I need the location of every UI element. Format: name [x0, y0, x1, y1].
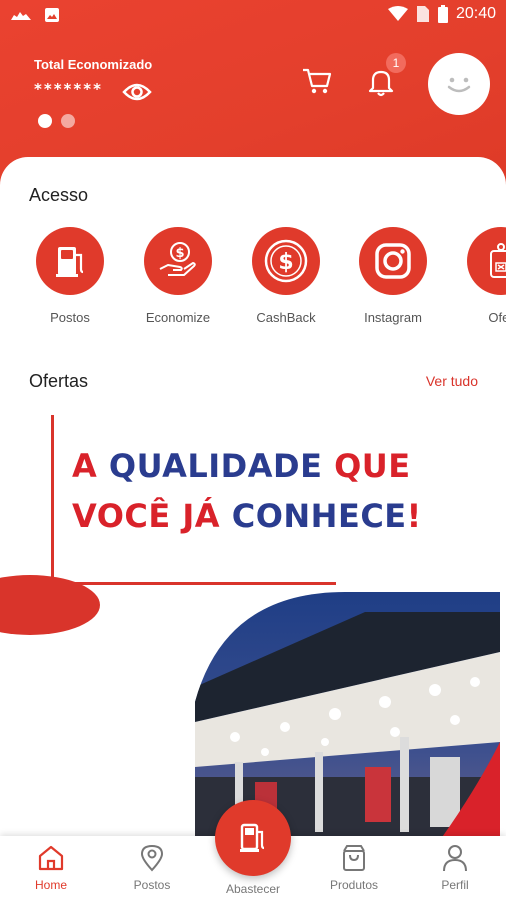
status-bar: 20:40	[0, 0, 506, 30]
sim-icon	[416, 6, 429, 22]
location-pin-icon	[140, 844, 164, 872]
carousel-dot[interactable]	[61, 114, 75, 128]
shortcut-label: Postos	[50, 310, 90, 325]
svg-text:$: $	[175, 246, 184, 261]
banner-text: A	[72, 447, 109, 485]
shortcut-label: Ofer	[488, 310, 506, 325]
instagram-icon	[375, 243, 411, 279]
banner-text: QUALIDADE	[108, 447, 335, 485]
abastecer-button[interactable]	[215, 800, 291, 876]
toggle-visibility-button[interactable]	[122, 80, 152, 104]
battery-icon	[437, 5, 448, 23]
fuel-pump-icon	[240, 823, 265, 852]
banner-text: CONHECE	[231, 497, 407, 535]
shortcut-cashback[interactable]: $ CashBack	[236, 227, 336, 325]
nav-label: Postos	[133, 878, 171, 892]
nav-produtos[interactable]: Produtos	[309, 844, 399, 892]
home-icon	[38, 845, 64, 871]
banner-text: !	[406, 497, 422, 535]
wifi-icon	[387, 6, 408, 21]
carousel-dots	[38, 114, 75, 128]
cart-button[interactable]	[301, 66, 333, 96]
acesso-title: Acesso	[29, 185, 89, 205]
image-notification-icon	[45, 8, 59, 22]
abastecer-label: Abastecer	[225, 882, 281, 896]
app-notification-icon	[11, 12, 31, 20]
nav-label: Produtos	[329, 878, 379, 892]
banner-frame	[51, 582, 336, 585]
nav-label: Home	[34, 878, 67, 892]
tag-icon	[490, 243, 506, 278]
ofertas-title: Ofertas	[29, 371, 89, 391]
banner-headline-line1: A QUALIDADE QUE	[72, 447, 411, 485]
banner-frame	[51, 415, 54, 585]
smiley-icon	[447, 77, 471, 93]
nav-perfil[interactable]: Perfil	[410, 844, 500, 892]
total-saved-label: Total Economizado	[34, 57, 153, 72]
person-icon	[443, 845, 467, 872]
shortcut-label: Instagram	[364, 310, 422, 325]
shortcut-postos[interactable]: Postos	[20, 227, 120, 325]
shortcut-label: CashBack	[256, 310, 316, 325]
see-all-link[interactable]: Ver tudo	[426, 373, 478, 389]
shopping-bag-icon	[343, 845, 365, 871]
dollar-coin-icon: $	[264, 239, 308, 283]
fuel-pump-icon	[56, 247, 84, 277]
nav-label: Perfil	[441, 878, 469, 892]
nav-postos[interactable]: Postos	[107, 844, 197, 892]
shortcut-economize[interactable]: $ Economize	[128, 227, 228, 325]
shortcut-instagram[interactable]: Instagram	[343, 227, 443, 325]
shortcut-label: Economize	[145, 310, 211, 325]
eye-icon	[122, 83, 152, 101]
cart-icon	[303, 68, 332, 94]
total-saved-value: *******	[34, 80, 103, 98]
banner-text: VOCÊ JÁ	[72, 497, 232, 535]
carousel-dot[interactable]	[38, 114, 52, 128]
shortcut-ofertas[interactable]: Ofer	[451, 227, 506, 325]
content-card: Acesso Postos $ Economize $ CashBack Ins…	[0, 157, 506, 847]
banner-text: QUE	[334, 447, 411, 485]
banner-headline-line2: VOCÊ JÁ CONHECE!	[72, 497, 422, 535]
svg-text:$: $	[278, 250, 293, 275]
hand-money-icon: $	[159, 242, 196, 276]
avatar[interactable]	[428, 53, 490, 115]
nav-home[interactable]: Home	[6, 844, 96, 892]
status-time: 20:40	[455, 5, 496, 22]
notification-badge: 1	[386, 53, 406, 73]
